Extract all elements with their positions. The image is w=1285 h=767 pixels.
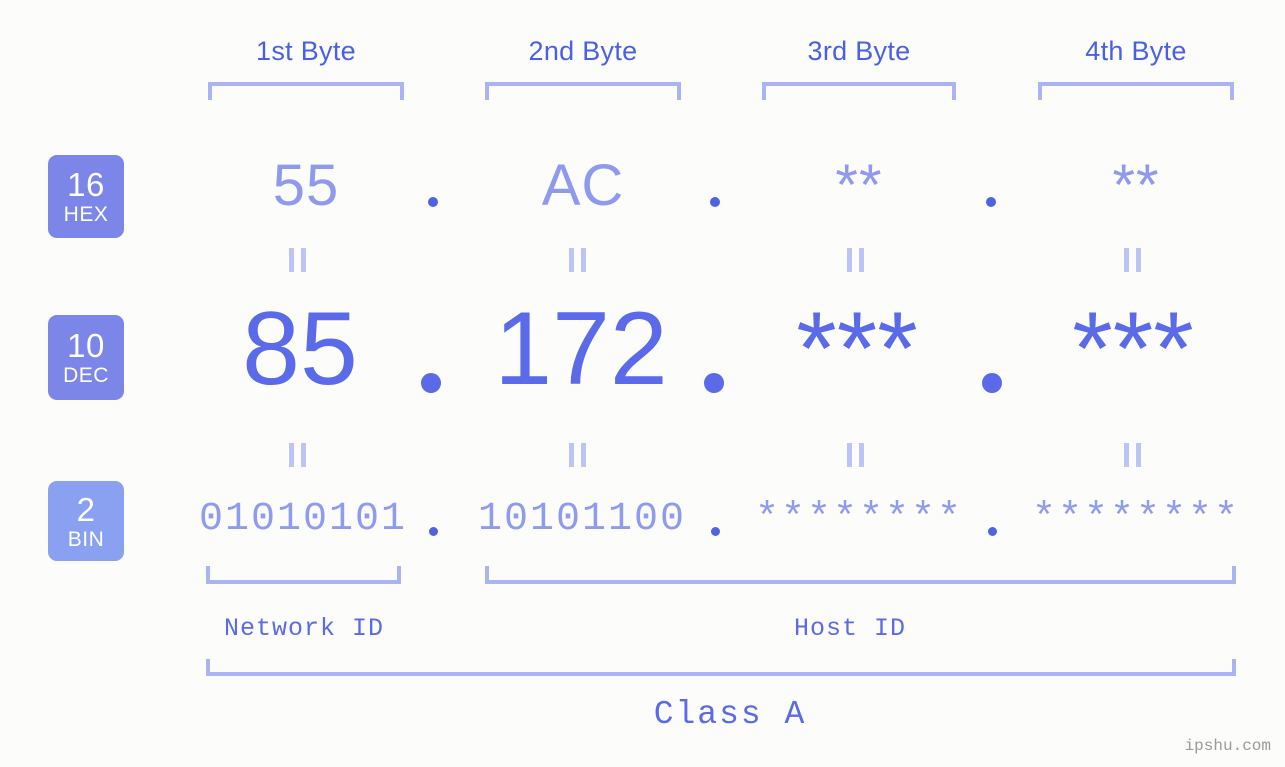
- equals-marker-hex-dec-1: [289, 248, 306, 272]
- bin-byte-3-value: ********: [754, 497, 964, 542]
- equals-marker-hex-dec-2: [569, 248, 586, 272]
- radix-badge-bin: 2 BIN: [48, 481, 124, 561]
- hex-byte-1-value: 55: [272, 153, 340, 218]
- radix-badge-hex-name: HEX: [63, 203, 109, 226]
- bin-separator-1: [429, 527, 438, 536]
- bin-separator-2: [711, 527, 720, 536]
- radix-badge-hex-number: 16: [67, 166, 105, 203]
- hex-separator-3: [986, 197, 996, 207]
- dec-byte-4-value: ***: [1072, 291, 1194, 407]
- host-id-bracket: [485, 566, 1236, 584]
- radix-badge-bin-name: BIN: [67, 527, 105, 551]
- byte-bracket-4: [1038, 82, 1234, 100]
- byte-header-2: 2nd Byte: [528, 36, 638, 66]
- dec-byte-3-value: ***: [796, 291, 918, 407]
- bin-byte-4-value: ********: [1031, 497, 1241, 542]
- hex-separator-2: [710, 197, 720, 207]
- bin-byte-2-value: 10101100: [477, 497, 687, 542]
- dec-separator-3: [982, 373, 1002, 393]
- hex-separator-1: [428, 197, 438, 207]
- equals-marker-dec-bin-3: [847, 443, 864, 467]
- dec-separator-2: [704, 373, 724, 393]
- hex-byte-2-value: AC: [541, 153, 625, 218]
- byte-bracket-3: [762, 82, 956, 100]
- radix-badge-bin-number: 2: [76, 490, 96, 528]
- hex-byte-4-value: **: [1112, 153, 1160, 218]
- dec-byte-2-value: 172: [494, 291, 668, 407]
- byte-bracket-1: [208, 82, 404, 100]
- equals-marker-hex-dec-3: [847, 248, 864, 272]
- byte-header-4: 4th Byte: [1085, 36, 1187, 66]
- byte-bracket-2: [485, 82, 681, 100]
- hex-byte-3-value: **: [835, 153, 883, 218]
- equals-marker-dec-bin-4: [1124, 443, 1141, 467]
- equals-marker-dec-bin-1: [289, 443, 306, 467]
- bin-separator-3: [988, 527, 997, 536]
- network-id-label: Network ID: [223, 614, 385, 643]
- dec-separator-1: [421, 373, 441, 393]
- network-id-bracket: [206, 566, 401, 584]
- byte-header-3: 3rd Byte: [807, 36, 911, 66]
- equals-marker-dec-bin-2: [569, 443, 586, 467]
- class-label: Class A: [653, 696, 807, 733]
- bin-byte-1-value: 01010101: [198, 497, 408, 542]
- radix-badge-hex: 16 HEX: [48, 155, 124, 238]
- radix-badge-dec-name: DEC: [63, 364, 109, 387]
- dec-byte-1-value: 85: [242, 291, 358, 407]
- watermark: ipshu.com: [1184, 737, 1271, 755]
- byte-header-1: 1st Byte: [256, 36, 356, 66]
- host-id-label: Host ID: [793, 614, 907, 643]
- class-bracket: [206, 659, 1236, 676]
- radix-badge-dec: 10 DEC: [48, 315, 124, 400]
- ip-address-breakdown-diagram: 1st Byte 2nd Byte 3rd Byte 4th Byte 16 H…: [0, 0, 1285, 767]
- equals-marker-hex-dec-4: [1124, 248, 1141, 272]
- radix-badge-dec-number: 10: [67, 327, 105, 364]
